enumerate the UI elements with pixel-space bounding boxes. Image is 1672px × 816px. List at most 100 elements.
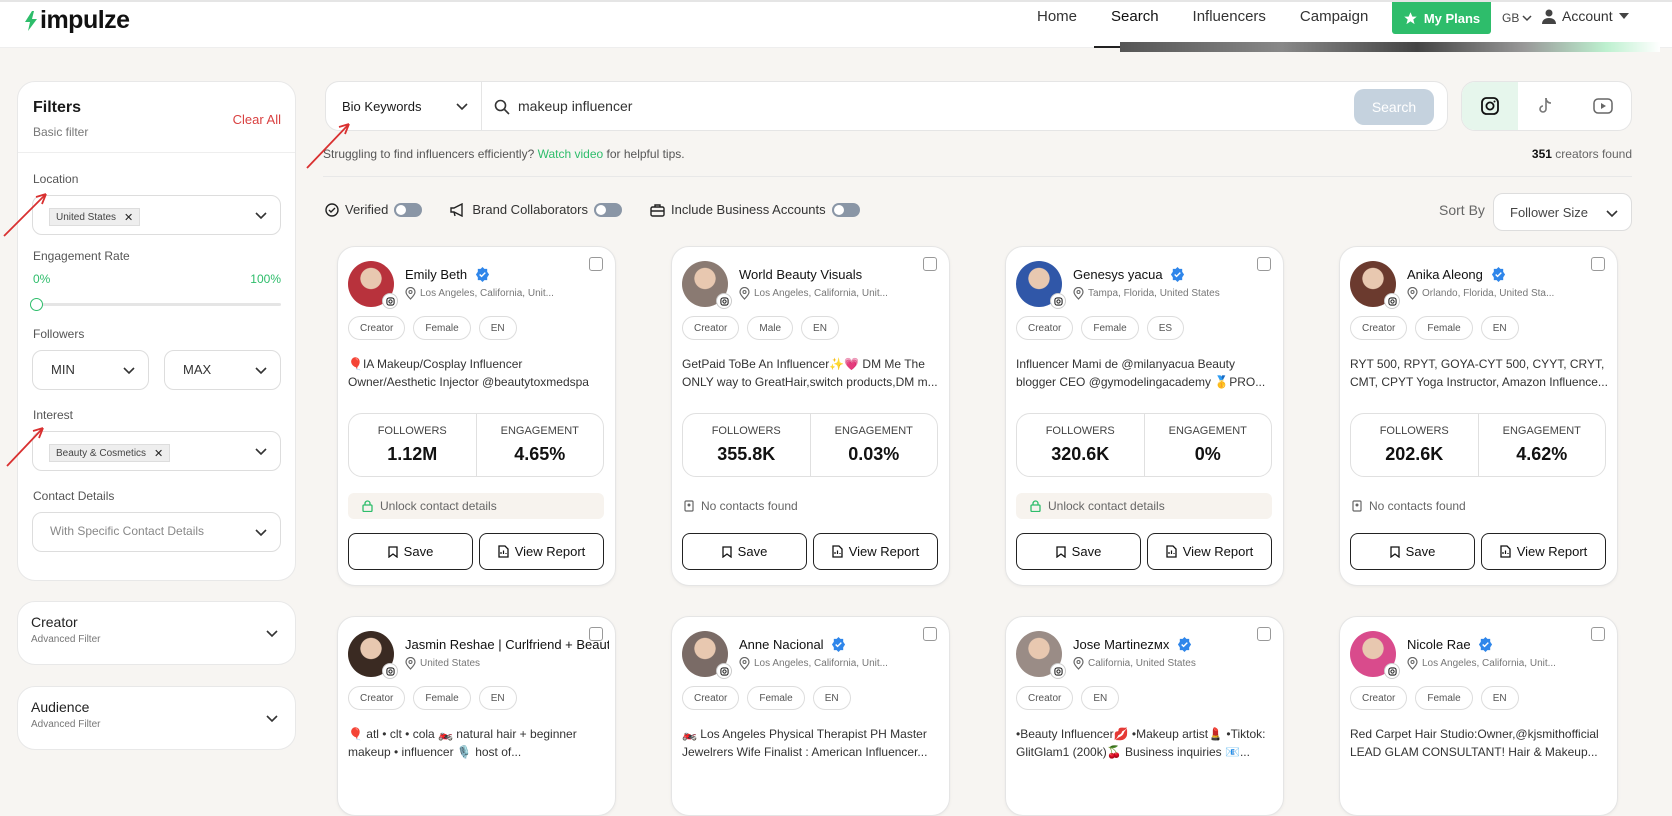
verified-switch[interactable] bbox=[394, 202, 423, 217]
creator-tag: EN bbox=[478, 316, 517, 340]
slider-handle[interactable] bbox=[30, 298, 43, 311]
select-checkbox[interactable] bbox=[1257, 257, 1271, 271]
creator-card[interactable]: Jasmin Reshae | Curlfriend + Beauty Unite… bbox=[337, 616, 616, 816]
search-button[interactable]: Search bbox=[1354, 89, 1434, 125]
view-report-button[interactable]: View Report bbox=[479, 533, 604, 570]
search-input[interactable]: makeup influencer bbox=[518, 98, 632, 114]
briefcase-icon bbox=[650, 203, 665, 217]
view-report-button[interactable]: View Report bbox=[813, 533, 938, 570]
youtube-tab[interactable] bbox=[1575, 82, 1631, 130]
platform-switcher bbox=[1461, 81, 1632, 131]
interest-select[interactable]: Beauty & Cosmetics ✕ bbox=[32, 431, 281, 471]
engagement-slider[interactable] bbox=[30, 298, 281, 311]
filters-subtitle: Basic filter bbox=[33, 125, 89, 139]
creator-card[interactable]: Emily Beth Los Angeles, California, Unit… bbox=[337, 246, 616, 586]
creator-name[interactable]: Anne Nacional bbox=[739, 637, 824, 652]
select-checkbox[interactable] bbox=[589, 257, 603, 271]
creator-card[interactable]: World Beauty Visuals Los Angeles, Califor… bbox=[671, 246, 950, 586]
watch-video-link[interactable]: Watch video bbox=[538, 147, 604, 161]
creator-name-row: Genesys yacua bbox=[1073, 267, 1277, 282]
creator-tag: Creator bbox=[348, 316, 406, 340]
creator-card[interactable]: Anne Nacional Los Angeles, California, U… bbox=[671, 616, 950, 816]
filters-title: Filters bbox=[33, 99, 82, 116]
brand-collaborators-switch[interactable] bbox=[594, 202, 622, 217]
creator-card[interactable]: Jose Martinezмх California, United State… bbox=[1005, 616, 1284, 816]
creator-name[interactable]: World Beauty Visuals bbox=[739, 267, 862, 282]
select-checkbox[interactable] bbox=[1591, 257, 1605, 271]
creator-name[interactable]: Genesys yacua bbox=[1073, 267, 1163, 282]
impulze-logo[interactable]: impulze bbox=[24, 6, 130, 35]
location-select[interactable]: United States ✕ bbox=[32, 195, 281, 235]
caret-down-icon bbox=[1618, 13, 1629, 19]
tiktok-tab[interactable] bbox=[1518, 82, 1574, 130]
engagement-stat: ENGAGEMENT 4.62% bbox=[1477, 414, 1606, 476]
contact-details-label: Contact Details bbox=[33, 489, 115, 503]
contact-status-text: Unlock contact details bbox=[1048, 499, 1165, 513]
section-divider bbox=[323, 176, 1632, 177]
verified-badge-icon bbox=[475, 267, 489, 282]
creator-name[interactable]: Jose Martinezмх bbox=[1073, 637, 1169, 652]
creator-tag: Creator bbox=[1016, 686, 1074, 710]
creator-tag: Creator bbox=[1350, 316, 1408, 340]
location-pin-icon bbox=[739, 287, 750, 300]
clear-all-link[interactable]: Clear All bbox=[233, 112, 281, 127]
business-accounts-switch[interactable] bbox=[831, 202, 860, 217]
creator-name[interactable]: Nicole Rae bbox=[1407, 637, 1471, 652]
unlock-contact-button[interactable]: Unlock contact details bbox=[1016, 493, 1272, 519]
business-accounts-toggle[interactable]: Include Business Accounts bbox=[650, 202, 860, 217]
creator-location-text: Los Angeles, California, Unit... bbox=[1422, 658, 1556, 669]
region-selector[interactable]: GB bbox=[1502, 11, 1532, 25]
contact-details-select[interactable]: With Specific Contact Details bbox=[32, 512, 281, 552]
chevron-down-icon bbox=[266, 715, 278, 723]
search-hint: Struggling to find influencers efficient… bbox=[323, 147, 685, 161]
select-checkbox[interactable] bbox=[1257, 627, 1271, 641]
remove-chip-icon[interactable]: ✕ bbox=[124, 211, 133, 224]
creator-name[interactable]: Anika Aleong bbox=[1407, 267, 1483, 282]
save-button[interactable]: Save bbox=[348, 533, 473, 570]
creator-card[interactable]: Nicole Rae Los Angeles, California, Unit… bbox=[1339, 616, 1618, 816]
creator-name[interactable]: Jasmin Reshae | Curlfriend + Beauty bbox=[405, 637, 609, 652]
my-plans-label: My Plans bbox=[1423, 10, 1481, 26]
view-report-button[interactable]: View Report bbox=[1147, 533, 1272, 570]
contact-status-text: Unlock contact details bbox=[380, 499, 497, 513]
location-pin-icon bbox=[1407, 287, 1418, 300]
select-checkbox[interactable] bbox=[923, 627, 937, 641]
engagement-value: 0% bbox=[1194, 444, 1221, 464]
save-button[interactable]: Save bbox=[1016, 533, 1141, 570]
my-plans-button[interactable]: My Plans bbox=[1392, 2, 1491, 34]
audience-advanced-filter[interactable]: Audience Advanced Filter bbox=[17, 686, 296, 750]
verified-toggle[interactable]: Verified bbox=[325, 202, 423, 217]
creator-name[interactable]: Emily Beth bbox=[405, 267, 467, 282]
verified-badge-icon bbox=[1491, 267, 1505, 282]
creator-location-text: Orlando, Florida, United Sta... bbox=[1422, 288, 1555, 299]
nav-home[interactable]: Home bbox=[1020, 2, 1094, 48]
brand-collaborators-toggle[interactable]: Brand Collaborators bbox=[450, 202, 622, 217]
creator-location: Los Angeles, California, Unit... bbox=[739, 657, 888, 670]
followers-value: 1.12M bbox=[387, 444, 438, 464]
account-menu[interactable]: Account bbox=[1542, 8, 1629, 24]
chevron-down-icon bbox=[255, 212, 267, 220]
followers-max-select[interactable]: MAX bbox=[164, 350, 281, 390]
creator-card[interactable]: Anika Aleong Orlando, Florida, United St… bbox=[1339, 246, 1618, 586]
creator-tags: Creator Female EN bbox=[1350, 686, 1519, 710]
unlock-contact-button[interactable]: Unlock contact details bbox=[348, 493, 604, 519]
creator-stats: FOLLOWERS 320.6K ENGAGEMENT 0% bbox=[1016, 413, 1272, 477]
user-icon bbox=[1542, 9, 1556, 24]
followers-min-select[interactable]: MIN bbox=[32, 350, 149, 390]
save-button[interactable]: Save bbox=[1350, 533, 1475, 570]
sort-by-select[interactable]: Follower Size bbox=[1493, 193, 1632, 231]
business-accounts-label: Include Business Accounts bbox=[671, 202, 826, 217]
brand-collaborators-label: Brand Collaborators bbox=[472, 202, 588, 217]
creator-card[interactable]: Genesys yacua Tampa, Florida, United Sta… bbox=[1005, 246, 1284, 586]
select-checkbox[interactable] bbox=[1591, 627, 1605, 641]
chevron-down-icon bbox=[1606, 210, 1618, 218]
view-report-button[interactable]: View Report bbox=[1481, 533, 1606, 570]
annotation-arrow bbox=[3, 193, 47, 237]
creator-advanced-filter[interactable]: Creator Advanced Filter bbox=[17, 601, 296, 665]
remove-chip-icon[interactable]: ✕ bbox=[154, 447, 163, 460]
select-checkbox[interactable] bbox=[589, 627, 603, 641]
instagram-tab[interactable] bbox=[1462, 82, 1519, 130]
select-checkbox[interactable] bbox=[923, 257, 937, 271]
save-button[interactable]: Save bbox=[682, 533, 807, 570]
chevron-down-icon bbox=[255, 367, 267, 375]
